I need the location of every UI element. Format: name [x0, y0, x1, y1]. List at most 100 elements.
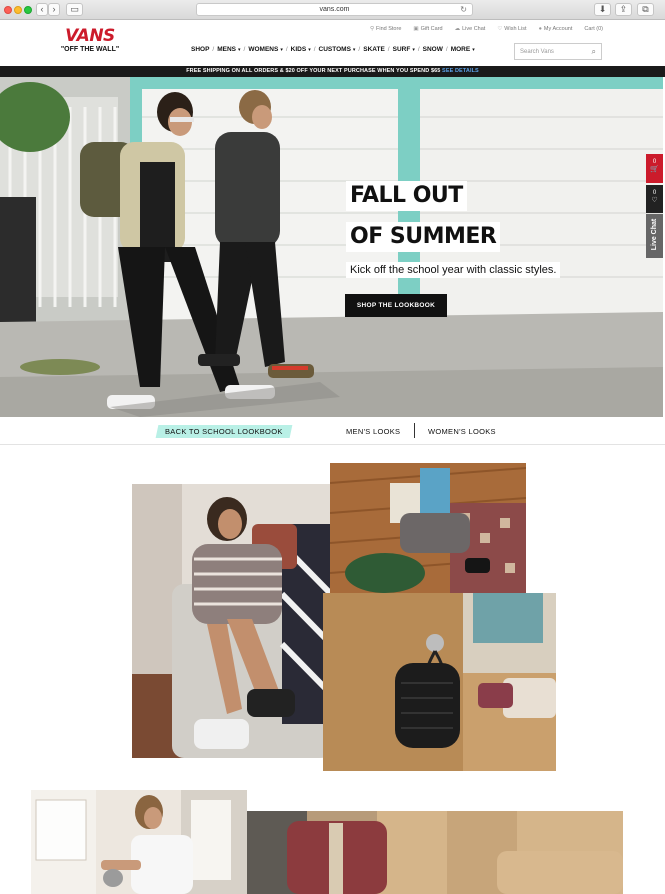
my-account-link[interactable]: ● My Account	[539, 26, 573, 32]
sidebar-icon: ▭	[70, 4, 79, 14]
nav-divider: /	[243, 46, 246, 53]
user-icon: ●	[538, 26, 542, 32]
cart-link[interactable]: Cart (0)	[584, 26, 603, 32]
promo-banner: FREE SHIPPING ON ALL ORDERS & $20 OFF YO…	[0, 66, 665, 77]
lookbook-photo-kitchen[interactable]	[31, 790, 247, 894]
vans-logo[interactable]: VANS "OFF THE WALL"	[57, 28, 123, 54]
chevron-down-icon: ▾	[412, 46, 415, 53]
find-store-label: Find Store	[376, 26, 402, 32]
tab-womens-looks[interactable]: WOMEN'S LOOKS	[428, 427, 496, 436]
search-placeholder: Search Vans	[520, 49, 554, 55]
tabs-icon: ⧉	[642, 4, 649, 14]
tab-mens-looks[interactable]: MEN'S LOOKS	[346, 427, 400, 436]
chevron-down-icon: ▾	[472, 46, 475, 53]
hero-photo	[0, 77, 663, 417]
nav-divider: /	[212, 46, 215, 53]
nav-customs[interactable]: CUSTOMS ▾	[319, 46, 356, 53]
downloads-button[interactable]: ⬇	[594, 3, 611, 16]
hero-headline-line1: FALL OUT	[346, 181, 467, 211]
sidebar-toggle-button[interactable]: ▭	[66, 3, 83, 16]
chevron-down-icon: ▾	[280, 46, 283, 53]
nav-mens-label: MENS	[217, 46, 237, 53]
nav-snow-label: SNOW	[422, 46, 443, 53]
cart-count: 0	[652, 159, 657, 165]
map-pin-icon: ⚲	[369, 26, 374, 32]
nav-more[interactable]: MORE ▾	[451, 46, 475, 53]
live-chat-tab-label: Live Chat	[651, 218, 658, 251]
forward-button[interactable]: ›	[48, 3, 60, 16]
minimize-window-button[interactable]	[14, 6, 22, 14]
hero-subhead: Kick off the school year with classic st…	[346, 262, 561, 278]
address-bar[interactable]: vans.com ↻	[196, 3, 473, 16]
gift-icon: ▣	[413, 26, 419, 32]
wish-count: 0	[652, 190, 657, 196]
chevron-down-icon: ▾	[352, 46, 356, 53]
search-input[interactable]: Search Vans ⌕	[514, 43, 602, 60]
see-details-link[interactable]: SEE DETAILS	[442, 68, 479, 74]
cart-label: Cart (0)	[584, 26, 603, 32]
main-nav: SHOP / MENS ▾ / WOMENS ▾ / KIDS ▾ / CUSTOMS…	[191, 46, 475, 53]
tab-back-to-school-label: BACK TO SCHOOL LOOKBOOK	[165, 427, 283, 436]
share-button[interactable]: ⇪	[615, 3, 632, 16]
search-icon[interactable]: ⌕	[592, 47, 596, 57]
zoom-window-button[interactable]	[24, 6, 32, 14]
nav-mens[interactable]: MENS ▾	[217, 46, 240, 53]
download-icon: ⬇	[598, 4, 607, 14]
live-chat-side-tab[interactable]: Live Chat	[646, 214, 663, 258]
hero-banner: FALL OUT OF SUMMER Kick off the school y…	[0, 77, 663, 417]
cart-side-tab[interactable]: 0 🛒	[646, 154, 663, 183]
lookbook-photo-bag-closeup[interactable]	[247, 811, 623, 894]
live-chat-link[interactable]: ☁ Live Chat	[455, 26, 486, 32]
back-button[interactable]: ‹	[36, 3, 48, 16]
nav-divider: /	[387, 46, 390, 53]
wishlist-side-tab[interactable]: 0 ♡	[646, 185, 663, 213]
live-chat-label: Live Chat	[462, 26, 486, 32]
nav-womens-label: WOMENS	[248, 46, 279, 53]
chevron-down-icon: ▾	[238, 46, 241, 53]
nav-shop[interactable]: SHOP	[191, 46, 209, 53]
lookbook-photo-backpack[interactable]	[323, 593, 556, 771]
share-icon: ⇪	[619, 4, 628, 14]
reload-icon[interactable]: ↻	[460, 4, 467, 15]
forward-arrow-icon: ›	[52, 4, 56, 14]
utility-nav: ⚲ Find Store ▣ Gift Card ☁ Live Chat ♡ Wish …	[370, 26, 603, 32]
nav-womens[interactable]: WOMENS ▾	[248, 46, 283, 53]
heart-icon: ♡	[497, 26, 503, 32]
close-window-button[interactable]	[4, 6, 12, 14]
hero-headline-line2: OF SUMMER	[346, 222, 501, 252]
nav-divider: /	[285, 46, 288, 53]
tabs-overview-button[interactable]: ⧉	[637, 3, 654, 16]
wish-list-label: Wish List	[504, 26, 527, 32]
nav-snow[interactable]: SNOW	[423, 46, 443, 53]
nav-surf[interactable]: SURF ▾	[393, 46, 415, 53]
nav-shop-label: SHOP	[191, 46, 210, 53]
nav-divider: /	[445, 46, 448, 53]
chevron-down-icon: ▾	[308, 46, 311, 53]
nav-kids[interactable]: KIDS ▾	[291, 46, 311, 53]
my-account-label: My Account	[543, 26, 573, 32]
lookbook-photo-couch[interactable]	[132, 484, 331, 758]
nav-skate[interactable]: SKATE	[363, 46, 385, 53]
url-text: vans.com	[319, 6, 350, 13]
back-arrow-icon: ‹	[40, 4, 44, 14]
nav-more-label: MORE	[450, 46, 471, 53]
nav-divider: /	[417, 46, 420, 53]
lookbook-subnav: BACK TO SCHOOL LOOKBOOK MEN'S LOOKS WOME…	[0, 418, 665, 445]
gift-card-link[interactable]: ▣ Gift Card	[413, 26, 442, 32]
nav-divider: /	[313, 46, 316, 53]
heart-icon: ♡	[651, 197, 658, 204]
nav-skate-label: SKATE	[363, 46, 385, 53]
lookbook-photo-reading[interactable]	[330, 463, 526, 594]
subnav-divider	[414, 423, 415, 438]
find-store-link[interactable]: ⚲ Find Store	[370, 26, 401, 32]
tab-back-to-school[interactable]: BACK TO SCHOOL LOOKBOOK	[155, 425, 293, 438]
cart-icon: 🛒	[650, 166, 659, 173]
logo-wordmark: VANS	[65, 26, 115, 46]
browser-toolbar: ‹ › ▭ vans.com ↻ ⬇ ⇪ ⧉	[0, 0, 665, 20]
promo-text: FREE SHIPPING ON ALL ORDERS & $20 OFF YO…	[186, 68, 443, 74]
wish-list-link[interactable]: ♡ Wish List	[497, 26, 526, 32]
logo-tagline: "OFF THE WALL"	[60, 46, 120, 53]
gift-card-label: Gift Card	[420, 26, 443, 32]
shop-lookbook-button[interactable]: SHOP THE LOOKBOOK	[345, 294, 447, 317]
chat-icon: ☁	[454, 26, 461, 32]
